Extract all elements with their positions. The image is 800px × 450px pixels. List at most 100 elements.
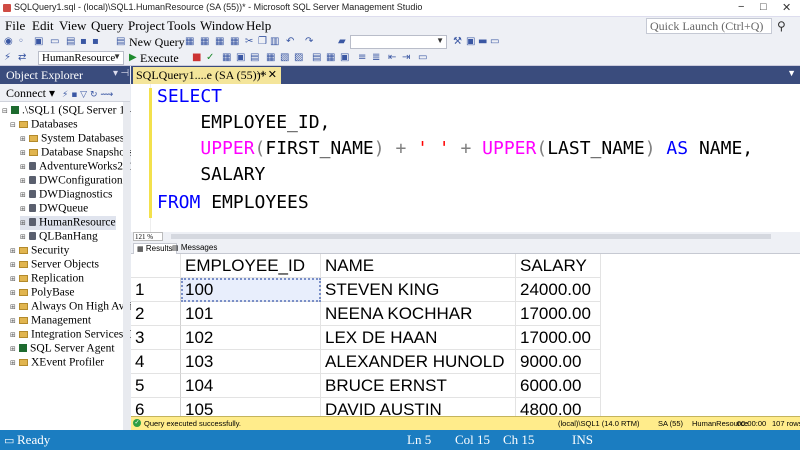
- row-number-header[interactable]: [131, 254, 181, 278]
- change-connection-icon[interactable]: ⇄: [18, 52, 26, 63]
- cell-name[interactable]: BRUCE ERNST: [321, 374, 516, 398]
- tree-item-management[interactable]: ⊞ Management: [10, 314, 91, 328]
- available-databases-dropdown[interactable]: HumanResource ▼: [38, 51, 124, 65]
- menu-file[interactable]: File: [5, 18, 25, 34]
- cell-employee-id[interactable]: 104: [181, 374, 321, 398]
- expand-icon[interactable]: ⊞: [20, 135, 28, 143]
- row-number[interactable]: 6: [131, 398, 181, 416]
- save-icon[interactable]: ▪: [80, 36, 87, 47]
- comment-icon[interactable]: ≡: [358, 52, 366, 63]
- cell-salary[interactable]: 4800.00: [516, 398, 601, 416]
- cell-name[interactable]: DAVID AUSTIN: [321, 398, 516, 416]
- cell-employee-id[interactable]: 105: [181, 398, 321, 416]
- dmx-query-icon[interactable]: ▦: [215, 36, 224, 47]
- client-stats-icon[interactable]: ▨: [294, 52, 303, 63]
- uncomment-icon[interactable]: ≣: [372, 52, 380, 63]
- expand-icon[interactable]: ⊞: [10, 303, 18, 311]
- expand-icon[interactable]: ⊞: [10, 289, 18, 297]
- expand-icon[interactable]: ⊞: [20, 149, 28, 157]
- expand-icon[interactable]: ⊞: [10, 317, 18, 325]
- copy-icon[interactable]: ❐: [258, 36, 267, 47]
- tab-messages[interactable]: ▤ Messages: [169, 243, 220, 254]
- decrease-indent-icon[interactable]: ⇤: [388, 52, 396, 63]
- menu-view[interactable]: View: [59, 18, 86, 34]
- tree-item-database-snapshots[interactable]: ⊞ Database Snapshots: [20, 146, 133, 160]
- save-all-icon[interactable]: ▪: [92, 36, 99, 47]
- row-number[interactable]: 1: [131, 278, 181, 302]
- intellisense-icon[interactable]: ▤: [250, 52, 259, 63]
- cell-employee-id[interactable]: 101: [181, 302, 321, 326]
- tree-item-integration-services-ca[interactable]: ⊞ Integration Services Ca: [10, 328, 139, 342]
- expand-icon[interactable]: ⊞: [10, 275, 18, 283]
- tree-item-polybase[interactable]: ⊞ PolyBase: [10, 286, 74, 300]
- menu-window[interactable]: Window: [200, 18, 244, 34]
- cell-name[interactable]: NEENA KOCHHAR: [321, 302, 516, 326]
- forward-icon[interactable]: ◦: [18, 36, 24, 47]
- row-number[interactable]: 5: [131, 374, 181, 398]
- results-to-text-icon[interactable]: ▤: [312, 52, 321, 63]
- tree-item-server-objects[interactable]: ⊞ Server Objects: [10, 258, 99, 272]
- quick-launch-input[interactable]: Quick Launch (Ctrl+Q): [646, 18, 772, 34]
- open-folder-icon[interactable]: ▤: [66, 36, 75, 47]
- expand-icon[interactable]: ⊞: [20, 163, 28, 171]
- maximize-button[interactable]: □: [760, 1, 767, 13]
- search-icon[interactable]: ⚲: [777, 19, 786, 34]
- cell-salary[interactable]: 17000.00: [516, 302, 601, 326]
- tree-item-security[interactable]: ⊞ Security: [10, 244, 69, 258]
- menu-tools[interactable]: Tools: [167, 18, 196, 34]
- close-window-button[interactable]: ✕: [782, 1, 791, 14]
- filter-icon[interactable]: ⚡ ▪ ▽ ↻ ⟿: [62, 90, 113, 100]
- execute-button[interactable]: Execute: [140, 51, 179, 66]
- connect-icon[interactable]: ⚡: [4, 52, 11, 63]
- collapse-icon[interactable]: ⊟: [10, 121, 18, 129]
- solution-config-dropdown[interactable]: ▼: [350, 35, 447, 49]
- paste-icon[interactable]: ▥: [270, 36, 279, 47]
- new-query-button[interactable]: New Query: [129, 35, 185, 50]
- menu-help[interactable]: Help: [246, 18, 271, 34]
- new-project-icon[interactable]: ▣: [34, 36, 43, 47]
- expand-icon[interactable]: ⊞: [20, 233, 28, 241]
- expand-icon[interactable]: ⊞: [10, 261, 18, 269]
- execute-icon[interactable]: ▶: [129, 52, 137, 63]
- menu-edit[interactable]: Edit: [32, 18, 54, 34]
- expand-icon[interactable]: ⊞: [10, 359, 18, 367]
- minimize-button[interactable]: −: [738, 1, 744, 13]
- parse-icon[interactable]: ✓: [206, 52, 214, 63]
- tree-item-always-on-high-availa[interactable]: ⊞ Always On High Availa: [10, 300, 141, 314]
- query-options-icon[interactable]: ▣: [236, 52, 245, 63]
- cell-salary[interactable]: 24000.00: [516, 278, 601, 302]
- xmla-query-icon[interactable]: ▦: [230, 36, 239, 47]
- tree-item-system-databases[interactable]: ⊞ System Databases: [20, 132, 124, 146]
- cancel-query-icon[interactable]: ■: [192, 52, 201, 63]
- tree-item-dwqueue[interactable]: ⊞ DWQueue: [20, 202, 88, 216]
- tab-overflow-icon[interactable]: ▼: [787, 68, 796, 78]
- cell-employee-id[interactable]: 103: [181, 350, 321, 374]
- redo-icon[interactable]: ↷: [305, 36, 313, 47]
- toolbox-icon[interactable]: ▣: [466, 36, 475, 47]
- results-to-file-icon[interactable]: ▣: [340, 52, 349, 63]
- tree-item-replication[interactable]: ⊞ Replication: [10, 272, 84, 286]
- column-header-name[interactable]: NAME: [321, 254, 516, 278]
- tree-item-dwconfiguration[interactable]: ⊞ DWConfiguration: [20, 174, 123, 188]
- expand-icon[interactable]: ⊞: [10, 331, 18, 339]
- layout-icon[interactable]: ▭: [490, 36, 499, 47]
- expand-icon[interactable]: ⊞: [20, 177, 28, 185]
- column-header-salary[interactable]: SALARY: [516, 254, 601, 278]
- zoom-level-dropdown[interactable]: 121 %: [133, 232, 163, 241]
- new-query-icon[interactable]: ▤: [116, 36, 125, 47]
- cell-salary[interactable]: 9000.00: [516, 350, 601, 374]
- solution-config-icon[interactable]: ▰: [338, 36, 346, 47]
- cell-employee-id[interactable]: 102: [181, 326, 321, 350]
- properties-icon[interactable]: ⚒: [453, 36, 462, 47]
- tree-item-humanresource[interactable]: ⊞ HumanResource: [20, 216, 116, 230]
- window-icon[interactable]: ▬: [478, 36, 487, 47]
- row-number[interactable]: 3: [131, 326, 181, 350]
- tree-item-xevent-profiler[interactable]: ⊞ XEvent Profiler: [10, 356, 104, 370]
- row-number[interactable]: 4: [131, 350, 181, 374]
- undo-icon[interactable]: ↶: [286, 36, 294, 47]
- tree-item-sql-server-agent[interactable]: ⊞ SQL Server Agent: [10, 342, 115, 356]
- tree-server-node[interactable]: ⊟ .\SQL1 (SQL Server 14.0: [2, 104, 139, 118]
- close-tab-icon[interactable]: ✕: [268, 68, 277, 81]
- open-file-icon[interactable]: ▭: [50, 36, 59, 47]
- cell-name[interactable]: ALEXANDER HUNOLD: [321, 350, 516, 374]
